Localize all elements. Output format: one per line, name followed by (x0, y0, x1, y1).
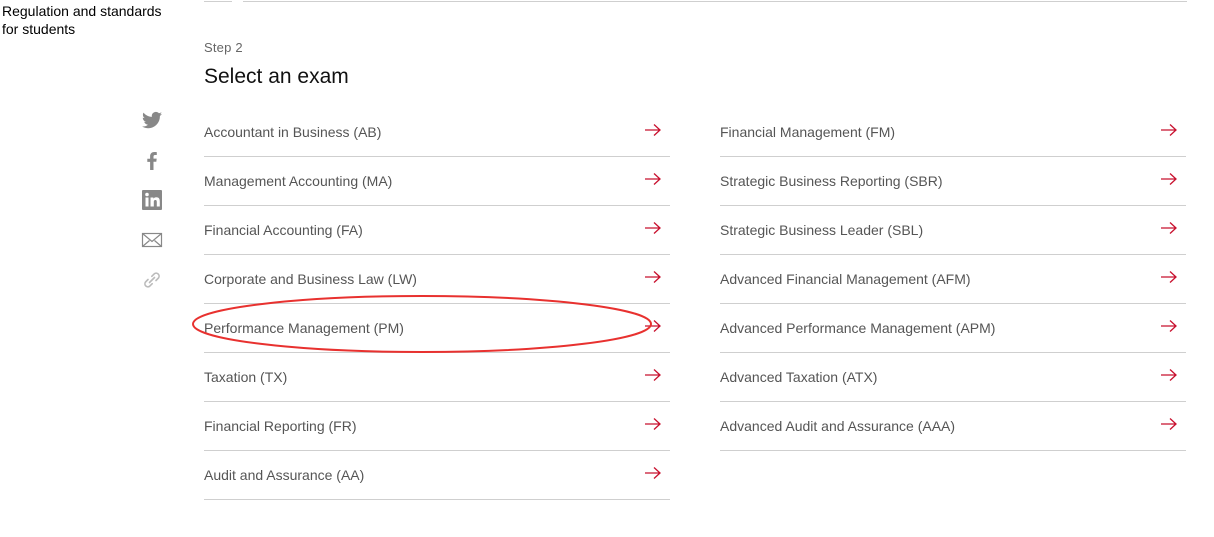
exam-item-ab[interactable]: Accountant in Business (AB) (204, 108, 670, 157)
exam-item-sbr[interactable]: Strategic Business Reporting (SBR) (720, 157, 1186, 206)
arrow-right-icon (644, 319, 662, 333)
arrow-right-icon (644, 172, 662, 186)
arrow-right-icon (1160, 221, 1178, 235)
exam-label: Performance Management (PM) (204, 320, 404, 336)
arrow-right-icon (644, 221, 662, 235)
linkedin-icon[interactable] (140, 188, 164, 212)
facebook-icon[interactable] (140, 148, 164, 172)
link-icon[interactable] (140, 268, 164, 292)
exam-item-atx[interactable]: Advanced Taxation (ATX) (720, 353, 1186, 402)
twitter-icon[interactable] (140, 108, 164, 132)
exam-item-ma[interactable]: Management Accounting (MA) (204, 157, 670, 206)
arrow-right-icon (644, 123, 662, 137)
exam-item-fa[interactable]: Financial Accounting (FA) (204, 206, 670, 255)
exam-label: Advanced Performance Management (APM) (720, 320, 996, 336)
regulation-standards-link[interactable]: Regulation and standards for students (2, 2, 162, 38)
exam-item-apm[interactable]: Advanced Performance Management (APM) (720, 304, 1186, 353)
arrow-right-icon (1160, 172, 1178, 186)
exam-item-tx[interactable]: Taxation (TX) (204, 353, 670, 402)
top-divider-long (243, 1, 1187, 2)
exam-label: Financial Management (FM) (720, 124, 896, 140)
arrow-right-icon (1160, 123, 1178, 137)
exam-label: Advanced Financial Management (AFM) (720, 271, 971, 287)
exam-item-lw[interactable]: Corporate and Business Law (LW) (204, 255, 670, 304)
exam-label: Advanced Audit and Assurance (AAA) (720, 418, 956, 434)
exam-item-sbl[interactable]: Strategic Business Leader (SBL) (720, 206, 1186, 255)
exam-label: Financial Accounting (FA) (204, 222, 363, 238)
arrow-right-icon (644, 270, 662, 284)
arrow-right-icon (1160, 270, 1178, 284)
exam-label: Advanced Taxation (ATX) (720, 369, 878, 385)
arrow-right-icon (644, 466, 662, 480)
email-icon[interactable] (140, 228, 164, 252)
top-divider-short (204, 1, 232, 2)
exam-item-fr[interactable]: Financial Reporting (FR) (204, 402, 670, 451)
exam-label: Strategic Business Leader (SBL) (720, 222, 924, 238)
share-bar (140, 108, 164, 308)
arrow-right-icon (644, 417, 662, 431)
exam-item-afm[interactable]: Advanced Financial Management (AFM) (720, 255, 1186, 304)
arrow-right-icon (1160, 417, 1178, 431)
exam-label: Accountant in Business (AB) (204, 124, 382, 140)
page-title: Select an exam (204, 65, 349, 88)
exam-label: Financial Reporting (FR) (204, 418, 357, 434)
page: Regulation and standards for students St… (0, 0, 1214, 537)
arrow-right-icon (644, 368, 662, 382)
exam-item-aa[interactable]: Audit and Assurance (AA) (204, 451, 670, 500)
arrow-right-icon (1160, 319, 1178, 333)
exam-label: Taxation (TX) (204, 369, 288, 385)
exam-label: Audit and Assurance (AA) (204, 467, 365, 483)
exam-item-fm[interactable]: Financial Management (FM) (720, 108, 1186, 157)
step-label: Step 2 (204, 40, 243, 55)
exam-item-aaa[interactable]: Advanced Audit and Assurance (AAA) (720, 402, 1186, 451)
exam-label: Strategic Business Reporting (SBR) (720, 173, 943, 189)
exam-label: Corporate and Business Law (LW) (204, 271, 417, 287)
arrow-right-icon (1160, 368, 1178, 382)
exam-item-pm[interactable]: Performance Management (PM) (204, 304, 670, 353)
exam-label: Management Accounting (MA) (204, 173, 393, 189)
exam-list-right: Financial Management (FM) Strategic Busi… (720, 108, 1186, 451)
exam-list-left: Accountant in Business (AB) Management A… (204, 108, 670, 500)
